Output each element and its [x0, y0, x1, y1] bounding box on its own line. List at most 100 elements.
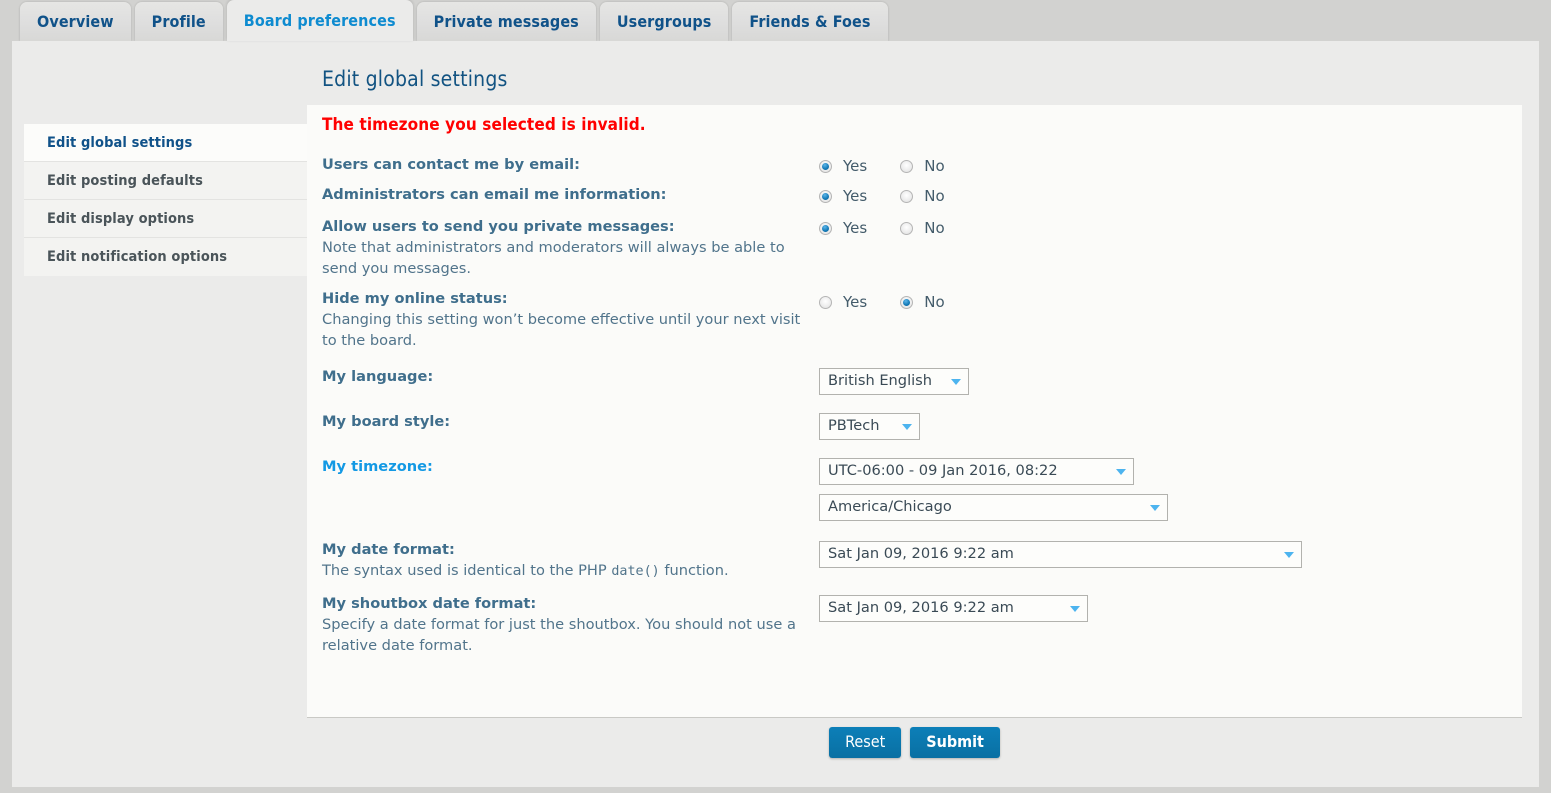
chevron-down-icon	[902, 423, 912, 430]
field-admin-email: Administrators can email me information:…	[322, 185, 1522, 206]
tab-overview[interactable]: Overview	[20, 2, 131, 41]
select-value: Sat Jan 09, 2016 9:22 am	[828, 599, 1014, 617]
tab-label: Overview	[37, 12, 114, 31]
radio-label-no: No	[924, 157, 945, 175]
field-control-wrap: Yes No	[819, 185, 1522, 206]
radio-option-no[interactable]: No	[900, 157, 974, 175]
radio-label-no: No	[924, 293, 945, 311]
chevron-down-icon	[1150, 504, 1160, 511]
form-actions: Reset Submit	[307, 727, 1522, 758]
select-value: Sat Jan 09, 2016 9:22 am	[828, 545, 1014, 563]
radio-icon-yes[interactable]	[819, 159, 832, 173]
radio-option-yes[interactable]: Yes	[819, 187, 897, 205]
radio-group-hide-online-status: Yes No	[819, 292, 1522, 312]
chevron-down-icon	[951, 378, 961, 385]
radio-option-yes[interactable]: Yes	[819, 293, 897, 311]
field-my-board-style: My board style: PBTech	[322, 412, 1522, 440]
radio-label-yes: Yes	[843, 187, 868, 205]
field-my-shoutbox-date-format: My shoutbox date format: Specify a date …	[322, 594, 1522, 656]
select-timezone-offset[interactable]: UTC-06:00 - 09 Jan 2016, 08:22	[819, 458, 1134, 485]
field-control-wrap: UTC-06:00 - 09 Jan 2016, 08:22 America/C…	[819, 457, 1522, 521]
field-label-wrap: My timezone:	[322, 457, 819, 477]
radio-icon-yes[interactable]	[819, 189, 832, 203]
field-label-wrap: Allow users to send you private messages…	[322, 217, 819, 279]
tab-profile[interactable]: Profile	[134, 2, 223, 41]
tab-bar: Overview Profile Board preferences Priva…	[0, 0, 1551, 41]
chevron-down-icon	[1116, 468, 1126, 475]
field-label-wrap: My board style:	[322, 412, 819, 432]
radio-option-no[interactable]: No	[900, 293, 974, 311]
page-title: Edit global settings	[322, 67, 508, 91]
field-control-wrap: Yes No	[819, 289, 1522, 312]
tab-label: Friends & Foes	[749, 12, 871, 31]
field-hide-online-status: Hide my online status: Changing this set…	[322, 289, 1522, 351]
field-my-date-format: My date format: The syntax used is ident…	[322, 540, 1522, 582]
field-label: My shoutbox date format:	[322, 595, 537, 612]
sidebar-item-edit-global-settings[interactable]: Edit global settings	[24, 124, 307, 162]
field-control-wrap: Yes No	[819, 217, 1522, 238]
sidebar: Edit global settings Edit posting defaul…	[24, 124, 307, 276]
radio-label-no: No	[924, 187, 945, 205]
radio-group-allow-private-messages: Yes No	[819, 218, 1522, 238]
radio-option-yes[interactable]: Yes	[819, 219, 897, 237]
tab-label: Usergroups	[616, 12, 712, 31]
select-my-date-format[interactable]: Sat Jan 09, 2016 9:22 am	[819, 541, 1302, 568]
field-control-wrap: British English	[819, 367, 1522, 395]
field-description: Note that administrators and moderators …	[322, 239, 785, 277]
submit-button[interactable]: Submit	[910, 727, 1000, 758]
tab-usergroups[interactable]: Usergroups	[599, 2, 729, 41]
tab-label: Profile	[151, 12, 206, 31]
field-label: My date format:	[322, 541, 455, 558]
chevron-down-icon	[1284, 551, 1294, 558]
field-my-language: My language: British English	[322, 367, 1522, 395]
radio-label-yes: Yes	[843, 157, 868, 175]
select-my-board-style[interactable]: PBTech	[819, 413, 920, 440]
chevron-down-icon	[1070, 605, 1080, 612]
sidebar-item-label: Edit posting defaults	[47, 172, 203, 189]
tab-friends-foes[interactable]: Friends & Foes	[732, 2, 888, 41]
select-value: PBTech	[828, 417, 880, 435]
sidebar-item-edit-display-options[interactable]: Edit display options	[24, 200, 307, 238]
tab-private-messages[interactable]: Private messages	[416, 2, 596, 41]
desc-code: date()	[611, 564, 660, 579]
tab-label: Private messages	[433, 12, 579, 31]
sidebar-item-edit-notification-options[interactable]: Edit notification options	[24, 238, 307, 276]
field-description: Specify a date format for just the shout…	[322, 616, 796, 654]
radio-icon-no[interactable]	[900, 159, 914, 173]
field-label: Hide my online status:	[322, 290, 508, 307]
sidebar-item-edit-posting-defaults[interactable]: Edit posting defaults	[24, 162, 307, 200]
radio-group-admin-email: Yes No	[819, 186, 1522, 206]
radio-group-contact-by-email: Yes No	[819, 156, 1522, 176]
tab-label: Board preferences	[243, 11, 396, 30]
select-my-shoutbox-date-format[interactable]: Sat Jan 09, 2016 9:22 am	[819, 595, 1088, 622]
radio-icon-yes[interactable]	[819, 295, 832, 309]
sidebar-item-label: Edit global settings	[47, 134, 193, 151]
select-timezone-zone[interactable]: America/Chicago	[819, 494, 1168, 521]
reset-button[interactable]: Reset	[829, 727, 902, 758]
select-value: British English	[828, 372, 933, 390]
radio-label-yes: Yes	[843, 293, 868, 311]
select-value: America/Chicago	[828, 498, 952, 516]
select-my-language[interactable]: British English	[819, 368, 969, 395]
field-label-wrap: Users can contact me by email:	[322, 155, 819, 175]
radio-option-no[interactable]: No	[900, 187, 974, 205]
radio-option-no[interactable]: No	[900, 219, 974, 237]
field-label-wrap: Hide my online status: Changing this set…	[322, 289, 819, 351]
field-label-wrap: My language:	[322, 367, 819, 387]
radio-icon-yes[interactable]	[819, 221, 832, 235]
radio-icon-no[interactable]	[900, 221, 914, 235]
select-value: UTC-06:00 - 09 Jan 2016, 08:22	[828, 462, 1058, 480]
field-control-wrap: Sat Jan 09, 2016 9:22 am	[819, 594, 1522, 622]
desc-text-post: function.	[659, 562, 729, 579]
settings-panel: The timezone you selected is invalid. Us…	[307, 105, 1522, 718]
tab-board-preferences[interactable]: Board preferences	[226, 0, 413, 41]
radio-label-no: No	[924, 219, 945, 237]
error-message: The timezone you selected is invalid.	[322, 115, 646, 135]
radio-option-yes[interactable]: Yes	[819, 157, 897, 175]
field-label: My language:	[322, 368, 434, 385]
field-control-wrap: Sat Jan 09, 2016 9:22 am	[819, 540, 1522, 568]
radio-icon-no[interactable]	[900, 295, 914, 309]
radio-icon-no[interactable]	[900, 189, 914, 203]
sidebar-item-label: Edit display options	[47, 210, 195, 227]
field-description: The syntax used is identical to the PHP …	[322, 560, 813, 582]
